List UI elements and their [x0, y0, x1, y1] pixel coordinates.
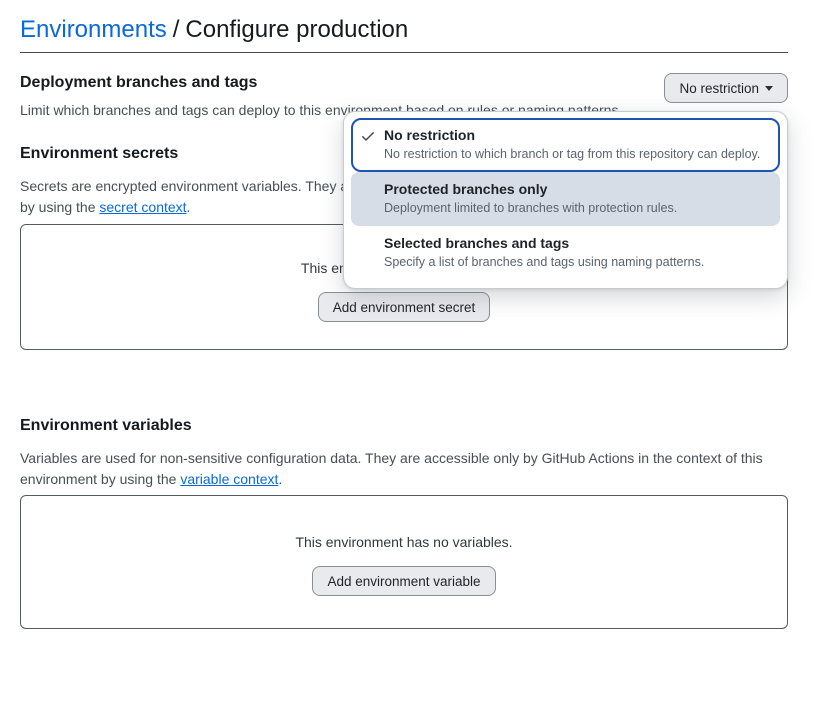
option-label: No restriction — [384, 126, 770, 144]
restriction-selector-label: No restriction — [679, 81, 759, 96]
variable-context-link[interactable]: variable context — [180, 471, 278, 487]
secrets-description-period: . — [187, 199, 191, 215]
deployment-heading: Deployment branches and tags — [20, 73, 622, 93]
variables-empty-text: This environment has no variables. — [295, 532, 512, 552]
dropdown-option-selected-branches[interactable]: Selected branches and tags Specify a lis… — [351, 226, 780, 280]
dropdown-option-protected-branches[interactable]: Protected branches only Deployment limit… — [351, 172, 780, 226]
triangle-down-icon — [765, 86, 773, 91]
page-title: Environments/Configure production — [20, 0, 788, 45]
option-description: Deployment limited to branches with prot… — [384, 200, 770, 217]
variables-description-text: Variables are used for non-sensitive con… — [20, 450, 763, 487]
dropdown-option-no-restriction[interactable]: No restriction No restriction to which b… — [351, 118, 780, 172]
environment-variables-section: Environment variables Variables are used… — [20, 416, 788, 629]
variables-empty-box: This environment has no variables. Add e… — [20, 495, 788, 629]
option-label: Protected branches only — [384, 180, 770, 198]
add-environment-variable-button[interactable]: Add environment variable — [312, 566, 495, 596]
restriction-dropdown-menu: No restriction No restriction to which b… — [343, 111, 788, 289]
variables-description: Variables are used for non-sensitive con… — [20, 448, 788, 490]
add-environment-secret-button[interactable]: Add environment secret — [318, 292, 491, 322]
variables-heading: Environment variables — [20, 416, 788, 436]
secret-context-link[interactable]: secret context — [99, 199, 186, 215]
breadcrumb-separator: / — [173, 16, 180, 43]
environment-settings-page: Environments/Configure production Deploy… — [0, 0, 830, 715]
restriction-selector-button[interactable]: No restriction — [664, 73, 788, 103]
option-label: Selected branches and tags — [384, 234, 770, 252]
breadcrumb-current: Configure production — [185, 16, 408, 43]
check-icon — [360, 128, 376, 144]
option-description: No restriction to which branch or tag fr… — [384, 146, 770, 163]
option-description: Specify a list of branches and tags usin… — [384, 254, 770, 271]
breadcrumb-environments-link[interactable]: Environments — [20, 16, 167, 43]
variables-description-period: . — [278, 471, 282, 487]
title-divider — [20, 52, 788, 53]
